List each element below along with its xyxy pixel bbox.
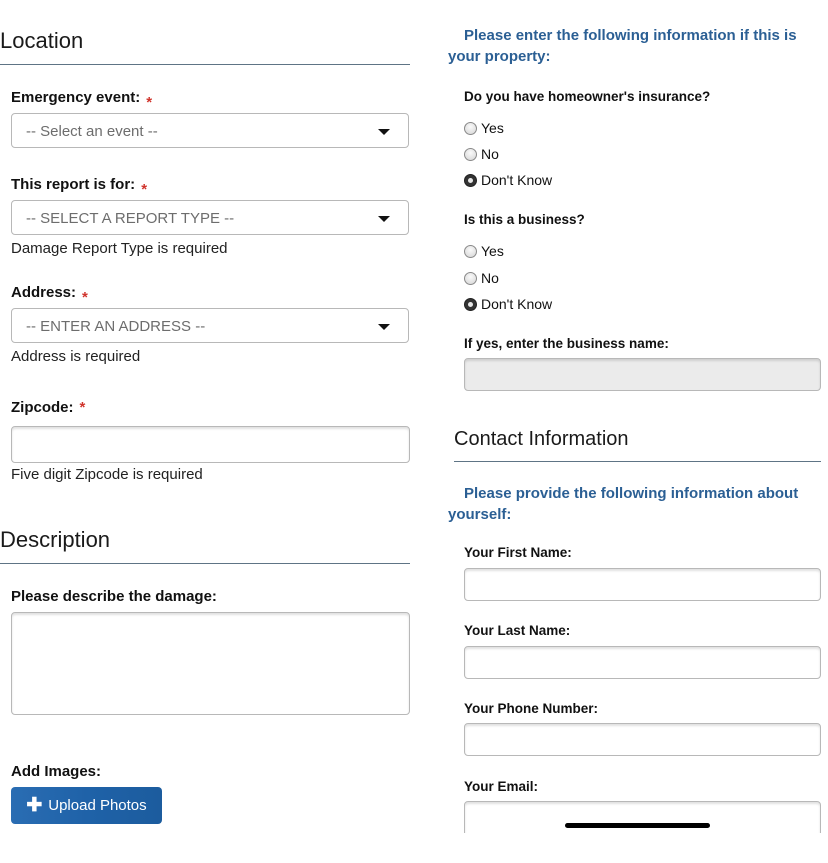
damage-textarea[interactable] xyxy=(11,612,410,715)
home-indicator[interactable] xyxy=(565,823,710,828)
emergency-event-label: Emergency event: xyxy=(11,89,141,106)
upload-photos-button[interactable]: ✚ Upload Photos xyxy=(11,787,162,824)
chevron-down-icon xyxy=(378,324,390,330)
last-name-input[interactable] xyxy=(464,646,821,679)
first-name-input[interactable] xyxy=(464,568,821,601)
property-note: Please enter the following information i… xyxy=(448,27,797,65)
chevron-down-icon xyxy=(378,216,390,222)
radio-unchecked-icon[interactable] xyxy=(464,244,477,258)
radio-checked-icon[interactable] xyxy=(464,297,477,311)
chevron-down-icon xyxy=(378,129,390,135)
report-type-error: Damage Report Type is required xyxy=(11,240,228,257)
section-title-location: Location xyxy=(0,28,410,65)
zipcode-label-row: Zipcode: * xyxy=(11,399,85,417)
insurance-option-yes[interactable]: Yes xyxy=(464,120,504,136)
report-for-label: This report is for: xyxy=(11,176,136,193)
phone-input[interactable] xyxy=(464,723,821,756)
emergency-event-select[interactable]: -- Select an event -- xyxy=(11,113,409,148)
zipcode-input[interactable] xyxy=(11,426,410,463)
radio-unchecked-icon[interactable] xyxy=(464,121,477,135)
business-name-label: If yes, enter the business name: xyxy=(464,336,669,351)
insurance-option-dont-know[interactable]: Don't Know xyxy=(464,172,552,188)
address-select[interactable]: -- ENTER AN ADDRESS -- xyxy=(11,308,409,343)
section-title-description: Description xyxy=(0,527,410,564)
report-for-label-row: This report is for: * xyxy=(11,176,147,198)
add-images-label: Add Images: xyxy=(11,763,102,780)
damage-label: Please describe the damage: xyxy=(11,588,217,605)
emergency-event-placeholder: -- Select an event -- xyxy=(26,123,158,140)
first-name-label: Your First Name: xyxy=(464,545,572,560)
address-error: Address is required xyxy=(11,348,141,365)
phone-label: Your Phone Number: xyxy=(464,701,599,716)
radio-checked-icon[interactable] xyxy=(464,173,477,187)
emergency-event-label-row: Emergency event: * xyxy=(11,89,152,111)
business-option-no[interactable]: No xyxy=(464,270,499,286)
report-type-select[interactable]: -- SELECT A REPORT TYPE -- xyxy=(11,200,409,235)
option-label: No xyxy=(481,146,499,162)
required-mark: * xyxy=(146,94,153,111)
contact-note: Please provide the following information… xyxy=(448,485,799,523)
business-question: Is this a business? xyxy=(464,212,585,227)
required-mark: * xyxy=(141,181,148,198)
bottom-safe-area xyxy=(0,833,828,863)
option-label: No xyxy=(481,270,499,286)
radio-unchecked-icon[interactable] xyxy=(464,271,477,285)
business-name-input[interactable] xyxy=(464,358,821,391)
option-label: Yes xyxy=(481,120,504,136)
zipcode-label: Zipcode: xyxy=(11,399,74,416)
section-title-contact: Contact Information xyxy=(454,428,821,462)
upload-photos-label: Upload Photos xyxy=(48,797,147,814)
insurance-question: Do you have homeowner's insurance? xyxy=(464,89,711,104)
option-label: Yes xyxy=(481,243,504,259)
insurance-option-no[interactable]: No xyxy=(464,146,499,162)
address-label-row: Address: * xyxy=(11,284,88,306)
report-type-placeholder: -- SELECT A REPORT TYPE -- xyxy=(26,210,235,227)
required-mark: * xyxy=(82,289,88,306)
last-name-label: Your Last Name: xyxy=(464,623,571,638)
option-label: Don't Know xyxy=(481,296,553,312)
zipcode-error: Five digit Zipcode is required xyxy=(11,466,203,483)
required-mark: * xyxy=(79,399,86,416)
business-option-dont-know[interactable]: Don't Know xyxy=(464,296,552,312)
option-label: Don't Know xyxy=(481,172,553,188)
radio-unchecked-icon[interactable] xyxy=(464,147,477,161)
email-label: Your Email: xyxy=(464,779,539,794)
plus-icon: ✚ xyxy=(26,795,43,816)
address-label: Address: xyxy=(11,284,77,301)
business-option-yes[interactable]: Yes xyxy=(464,243,504,259)
address-placeholder: -- ENTER AN ADDRESS -- xyxy=(26,318,206,335)
